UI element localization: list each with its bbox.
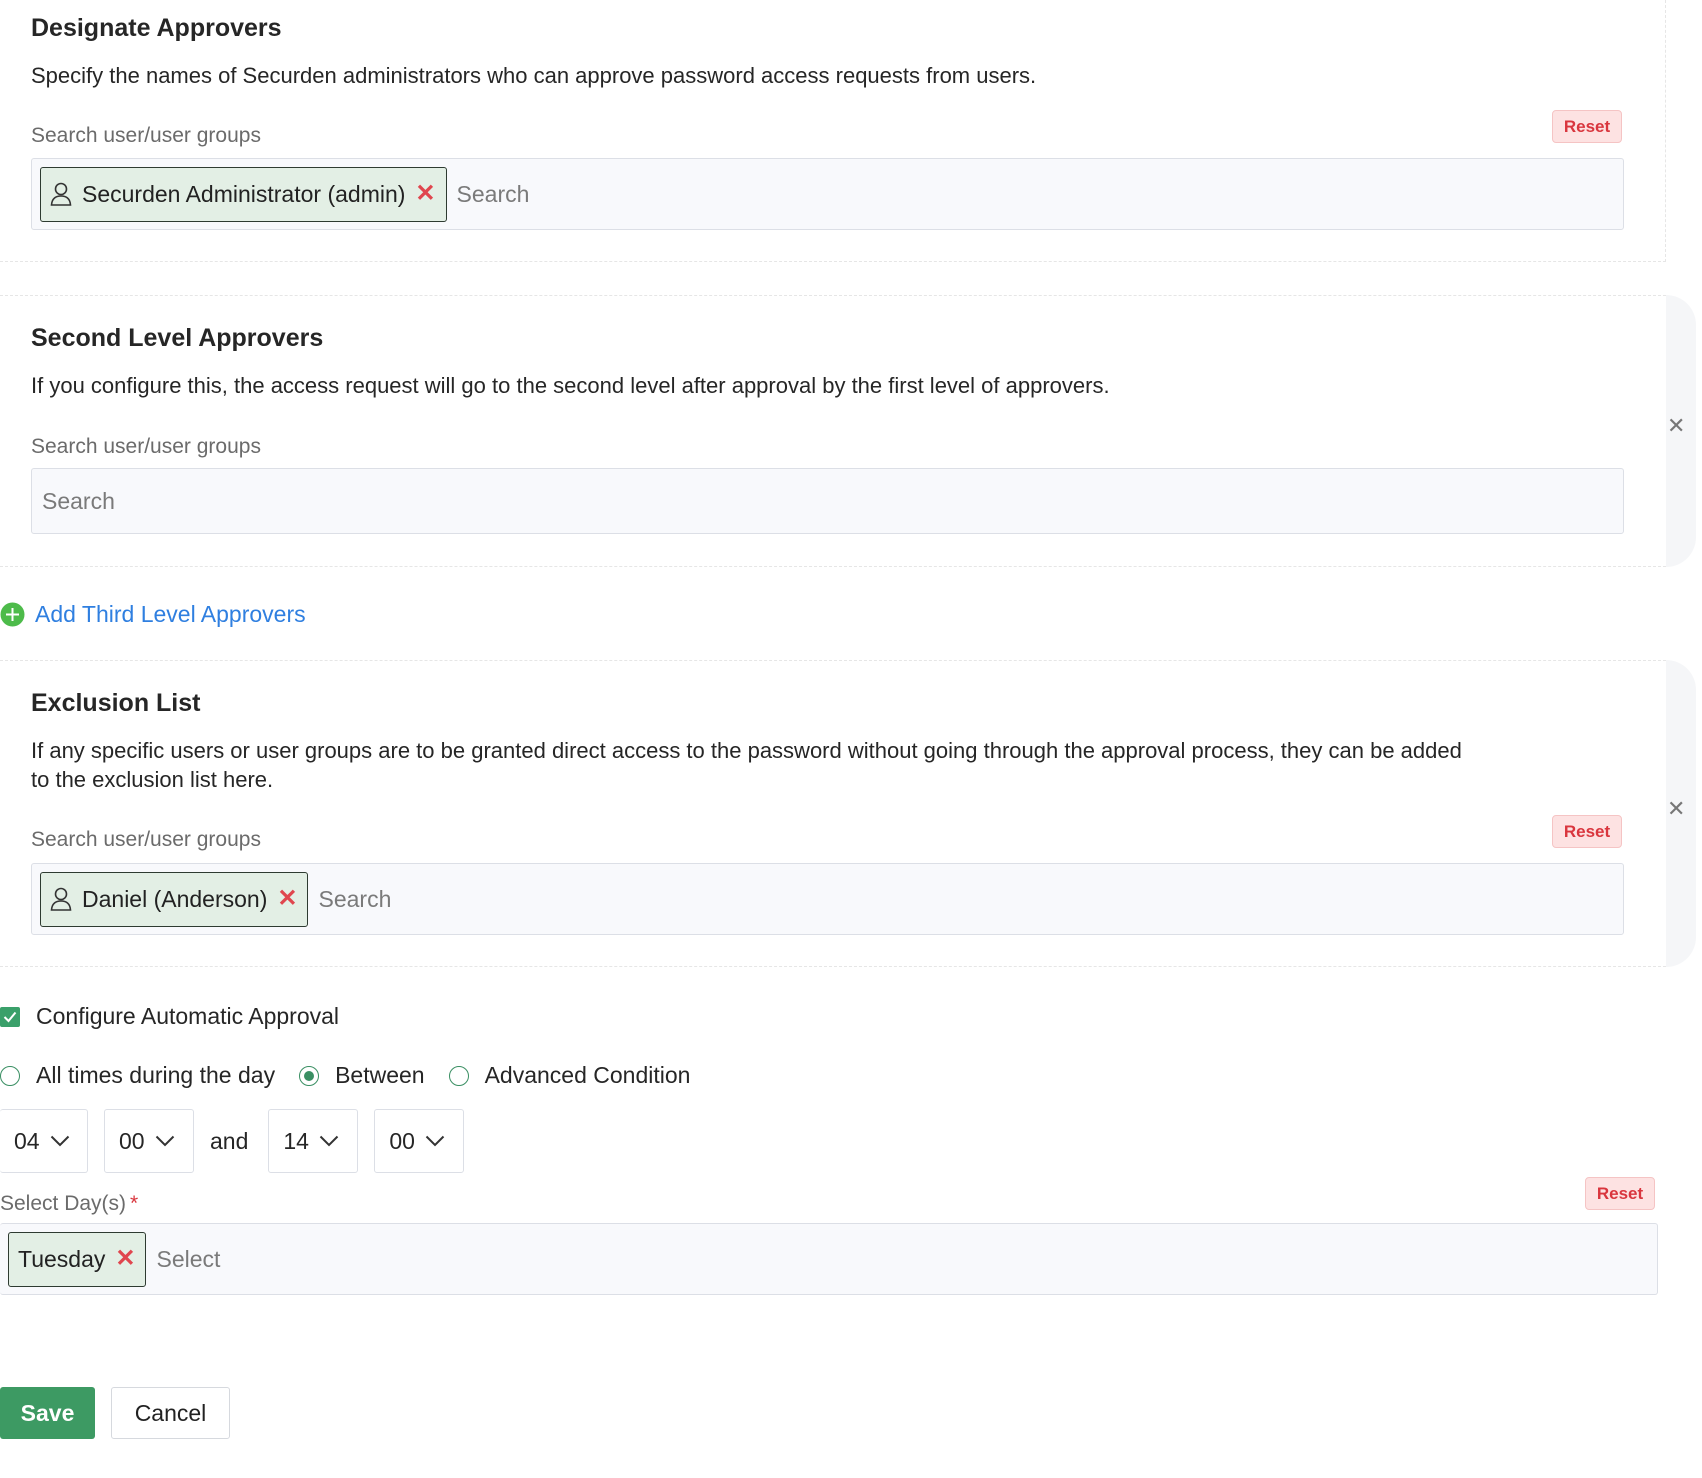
from-hour-select[interactable]: 04 — [0, 1109, 88, 1173]
approvers-search-field[interactable]: Securden Administrator (admin) ✕ — [31, 158, 1624, 230]
radio-unselected-icon — [0, 1065, 20, 1086]
chevron-down-icon — [319, 1135, 339, 1147]
approval-time-options: All times during the day Between Advance… — [0, 1062, 714, 1089]
radio-label: Between — [335, 1062, 425, 1088]
selected-day-chip: Tuesday ✕ — [8, 1231, 147, 1287]
designate-approvers-section: Designate Approvers Specify the names of… — [0, 0, 1666, 262]
search-input[interactable] — [316, 878, 1623, 920]
days-reset-button[interactable]: Reset — [1585, 1177, 1655, 1210]
section-title: Exclusion List — [31, 689, 201, 717]
reset-button[interactable]: Reset — [1552, 815, 1622, 848]
remove-chip-icon[interactable]: ✕ — [115, 1247, 135, 1271]
to-minute-value: 00 — [389, 1127, 415, 1154]
chip-label: Tuesday — [18, 1245, 106, 1272]
required-mark: * — [130, 1192, 139, 1215]
selected-user-chip: Securden Administrator (admin) ✕ — [40, 166, 447, 222]
to-hour-value: 14 — [283, 1127, 309, 1154]
chip-label: Daniel (Anderson) — [82, 885, 268, 912]
radio-unselected-icon — [448, 1065, 469, 1086]
days-select-input[interactable] — [154, 1238, 1657, 1280]
days-label-text: Select Day(s) — [0, 1192, 127, 1215]
select-days-field[interactable]: Tuesday ✕ — [0, 1223, 1658, 1295]
search-input[interactable] — [454, 173, 1623, 215]
search-input[interactable] — [40, 480, 1623, 522]
select-days-label: Select Day(s) * — [0, 1192, 138, 1216]
exclusion-list-section: Exclusion List If any specific users or … — [0, 660, 1666, 967]
radio-advanced-condition[interactable]: Advanced Condition — [448, 1062, 691, 1089]
search-label: Search user/user groups — [31, 124, 261, 147]
from-minute-value: 00 — [119, 1127, 145, 1154]
cancel-button[interactable]: Cancel — [111, 1387, 230, 1439]
close-icon[interactable]: ✕ — [1667, 796, 1685, 822]
section-title: Second Level Approvers — [31, 324, 324, 352]
radio-between[interactable]: Between — [299, 1062, 425, 1089]
time-range-row: 04 00 and 14 00 — [0, 1109, 480, 1173]
chevron-down-icon — [425, 1135, 445, 1147]
plus-circle-icon — [0, 602, 25, 627]
from-minute-select[interactable]: 00 — [104, 1109, 194, 1173]
auto-approval-label: Configure Automatic Approval — [36, 1003, 340, 1029]
section-description: If any specific users or user groups are… — [31, 738, 1462, 792]
section-description: If you configure this, the access reques… — [31, 373, 1110, 398]
from-hour-value: 04 — [14, 1127, 40, 1154]
reset-button[interactable]: Reset — [1552, 110, 1622, 143]
close-icon[interactable]: ✕ — [1667, 413, 1685, 439]
and-text: and — [210, 1127, 249, 1154]
radio-label: Advanced Condition — [484, 1062, 691, 1088]
auto-approval-checkbox-row[interactable]: Configure Automatic Approval — [0, 1003, 339, 1030]
exclusion-search-field[interactable]: Daniel (Anderson) ✕ — [31, 863, 1624, 935]
second-level-approvers-section: Second Level Approvers If you configure … — [0, 295, 1666, 567]
chip-label: Securden Administrator (admin) — [82, 180, 406, 207]
user-icon — [50, 887, 72, 911]
second-level-search-field[interactable] — [31, 468, 1624, 534]
add-third-level-link[interactable]: Add Third Level Approvers — [0, 601, 306, 628]
user-icon — [50, 182, 72, 206]
chevron-down-icon — [155, 1135, 174, 1147]
section-description: Specify the names of Securden administra… — [31, 63, 1037, 88]
to-minute-select[interactable]: 00 — [374, 1109, 465, 1173]
search-label: Search user/user groups — [31, 435, 261, 458]
remove-chip-icon[interactable]: ✕ — [277, 887, 297, 911]
selected-user-chip: Daniel (Anderson) ✕ — [40, 871, 309, 927]
to-hour-select[interactable]: 14 — [268, 1109, 359, 1173]
radio-label: All times during the day — [36, 1062, 276, 1088]
chevron-down-icon — [50, 1135, 69, 1147]
add-third-level-label: Add Third Level Approvers — [35, 601, 306, 627]
save-button[interactable]: Save — [0, 1387, 95, 1439]
checkbox-checked-icon[interactable] — [0, 1006, 20, 1027]
radio-all-times[interactable]: All times during the day — [0, 1062, 275, 1089]
remove-chip-icon[interactable]: ✕ — [415, 182, 435, 206]
search-label: Search user/user groups — [31, 828, 261, 851]
section-title: Designate Approvers — [31, 14, 282, 42]
radio-selected-icon — [299, 1065, 320, 1086]
